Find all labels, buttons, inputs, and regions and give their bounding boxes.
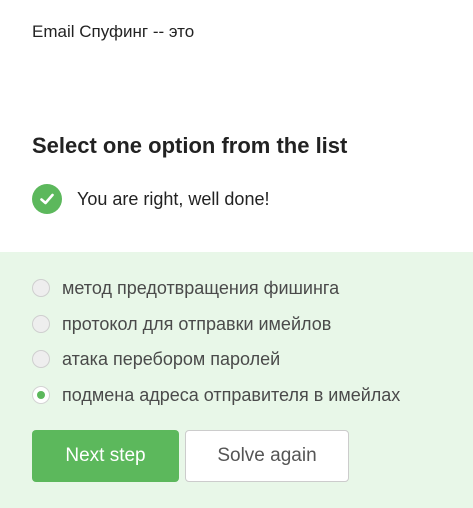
option-label: протокол для отправки имейлов (62, 313, 332, 334)
options-panel: метод предотвращения фишинга протокол дл… (0, 252, 473, 508)
quiz-page: Email Спуфинг -- это Select one option f… (0, 0, 473, 508)
option-item[interactable]: протокол для отправки имейлов (32, 312, 331, 336)
radio-button[interactable] (32, 279, 50, 297)
option-item[interactable]: атака перебором паролей (32, 347, 280, 371)
option-label: подмена адреса отправителя в имейлах (62, 384, 401, 405)
checkmark-circle-icon (32, 184, 62, 214)
feedback-text: You are right, well done! (77, 188, 270, 209)
question-text: Email Спуфинг -- это (32, 22, 195, 41)
radio-button[interactable] (32, 315, 50, 333)
option-label: атака перебором паролей (62, 348, 281, 369)
solve-again-button[interactable]: Solve again (185, 430, 349, 482)
option-label: метод предотвращения фишинга (62, 277, 340, 298)
option-item[interactable]: метод предотвращения фишинга (32, 276, 339, 300)
option-item-selected[interactable]: подмена адреса отправителя в имейлах (32, 383, 400, 407)
next-step-button[interactable]: Next step (32, 430, 179, 482)
radio-dot-icon (37, 391, 45, 399)
instruction-heading: Select one option from the list (32, 133, 348, 158)
feedback-message: You are right, well done! (32, 184, 269, 214)
radio-button[interactable] (32, 350, 50, 368)
radio-button-selected[interactable] (32, 386, 50, 404)
